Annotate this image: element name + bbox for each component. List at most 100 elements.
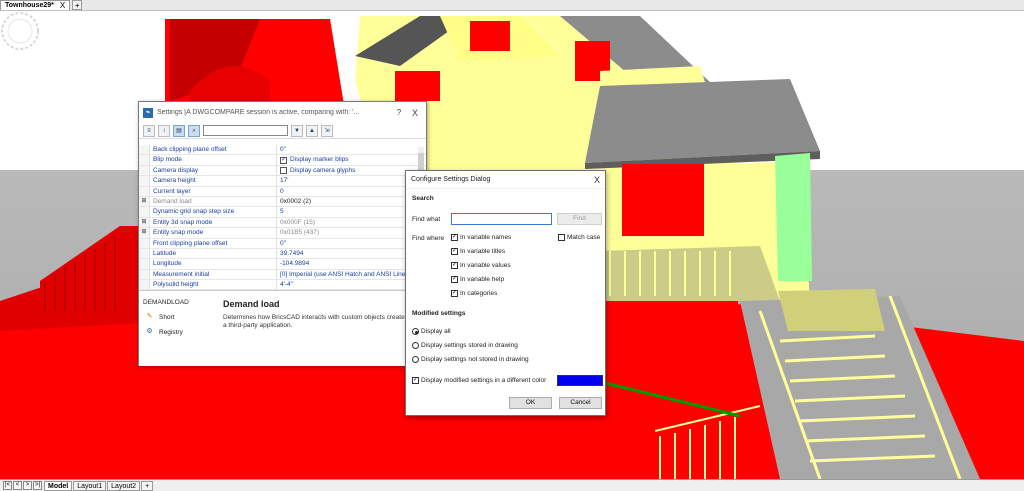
export-icon[interactable]: ⇲ — [321, 124, 333, 137]
radio-not-stored-in-drawing[interactable]: Display settings not stored in drawing — [412, 356, 529, 363]
checkbox-checked-icon[interactable]: ✓ — [451, 262, 458, 269]
property-row[interactable]: Dynamic grid snap step size 5 — [139, 207, 426, 218]
radio-unselected-icon[interactable] — [412, 342, 419, 349]
settings-close-button[interactable]: X — [408, 108, 422, 118]
expand-row-icon[interactable]: ⊞ — [139, 228, 150, 238]
radio-selected-icon[interactable] — [412, 328, 419, 335]
checkbox-unchecked-icon[interactable] — [280, 166, 287, 174]
new-document-tab-button[interactable]: + — [72, 0, 83, 10]
property-row[interactable]: Camera display Display camera glyphs — [139, 165, 426, 177]
first-layout-button[interactable]: |< — [3, 481, 12, 490]
checkbox-checked-icon[interactable]: ✓ — [451, 234, 458, 241]
display-modified-label: Display modified settings in a different… — [421, 377, 547, 384]
match-case-option[interactable]: Match case — [558, 234, 600, 241]
option-in-variable-titles[interactable]: ✓ In variable titles — [451, 248, 505, 255]
property-value-text: 0 — [280, 187, 284, 195]
option-label: In variable values — [460, 262, 511, 269]
help-button[interactable]: ? — [394, 108, 404, 117]
property-value-text: 39.7494 — [280, 249, 304, 257]
property-row[interactable]: ⊞ Entity 3d snap mode 0x000F (15) — [139, 217, 426, 229]
checkbox-checked-icon[interactable]: ✓ — [280, 156, 287, 164]
search-settings-icon[interactable]: ⌕ — [188, 124, 200, 137]
property-value[interactable]: Display camera glyphs — [277, 166, 426, 175]
property-value[interactable]: 0x0002 (2) — [277, 197, 426, 206]
property-row[interactable]: Blip mode ✓ Display marker blips — [139, 155, 426, 166]
property-value[interactable]: 5 — [277, 207, 426, 216]
previous-layout-button[interactable]: < — [13, 481, 22, 490]
view-cube-compass-icon[interactable] — [0, 11, 40, 51]
help-link-short[interactable]: ✎ Short — [143, 313, 213, 321]
radio-unselected-icon[interactable] — [412, 356, 419, 363]
property-value[interactable]: 4'-4" — [277, 280, 426, 289]
property-value[interactable]: 0x000F (15) — [277, 218, 426, 227]
property-value[interactable]: [0] Imperial (use ANSI Hatch and ANSI Li… — [277, 270, 426, 279]
tab-model[interactable]: Model — [44, 480, 73, 491]
option-in-variable-values[interactable]: ✓ In variable values — [451, 262, 511, 269]
radio-display-all[interactable]: Display all — [412, 328, 451, 335]
property-value[interactable]: 0x01B5 (437) — [277, 228, 426, 237]
help-navigation: DEMANDLOAD ✎ Short ⚙ Registry — [143, 299, 213, 336]
property-row[interactable]: ⊞ Entity snap mode 0x01B5 (437) — [139, 228, 426, 239]
property-row[interactable]: Longitude -104.9894 — [139, 259, 426, 270]
last-layout-button[interactable]: >| — [33, 481, 42, 490]
option-in-categories[interactable]: ✓ In categories — [451, 290, 497, 297]
find-what-field[interactable] — [451, 213, 552, 225]
find-what-input[interactable] — [454, 214, 551, 224]
categorized-icon[interactable]: ▤ — [173, 124, 185, 137]
collapse-icon[interactable]: ▼ — [291, 124, 303, 137]
property-value[interactable]: 0" — [277, 239, 426, 248]
property-row[interactable]: ⊞ Demand load 0x0002 (2) — [139, 196, 426, 208]
property-row[interactable]: Camera height 17' — [139, 176, 426, 187]
modified-color-picker[interactable] — [557, 375, 603, 386]
property-row[interactable]: Latitude 39.7494 — [139, 248, 426, 260]
property-value[interactable]: 0 — [277, 187, 426, 196]
add-layout-button[interactable]: + — [141, 480, 154, 491]
layout-tab-bar: |< < > >| Model Layout1 Layout2 + — [0, 479, 1024, 491]
property-row[interactable]: Front clipping plane offset 0" — [139, 238, 426, 249]
property-row[interactable]: Polysolid height 4'-4" — [139, 280, 426, 291]
help-link-registry[interactable]: ⚙ Registry — [143, 328, 213, 336]
property-value[interactable]: -104.9894 — [277, 259, 426, 268]
checkbox-checked-icon[interactable]: ✓ — [451, 290, 458, 297]
property-value[interactable]: 17' — [277, 176, 426, 185]
property-row[interactable]: Back clipping plane offset 0" — [139, 145, 426, 156]
ok-button[interactable]: OK — [509, 397, 552, 409]
property-value[interactable]: 39.7494 — [277, 249, 426, 258]
expand-row-icon[interactable]: ⊞ — [139, 217, 150, 228]
property-value[interactable]: 0" — [277, 145, 426, 154]
property-value[interactable]: ✓ Display marker blips — [277, 155, 426, 164]
display-modified-color-option[interactable]: ✓ Display modified settings in a differe… — [412, 377, 546, 384]
property-name: Polysolid height — [150, 280, 277, 290]
checkbox-checked-icon[interactable]: ✓ — [451, 276, 458, 283]
option-in-variable-names[interactable]: ✓ In variable names — [451, 234, 511, 241]
expand-row-icon[interactable]: ⊞ — [139, 196, 150, 207]
property-name: Measurement initial — [150, 269, 277, 280]
property-row[interactable]: Measurement initial [0] Imperial (use ANS… — [139, 269, 426, 281]
find-button[interactable]: Find — [557, 213, 602, 225]
close-tab-icon[interactable]: X — [60, 1, 65, 11]
dialog-title: Configure Settings Dialog — [411, 176, 491, 183]
short-description-icon: ✎ — [146, 313, 153, 320]
property-name: Back clipping plane offset — [150, 145, 277, 155]
radio-stored-in-drawing[interactable]: Display settings stored in drawing — [412, 342, 518, 349]
next-layout-button[interactable]: > — [23, 481, 32, 490]
dialog-close-button[interactable]: X — [594, 175, 600, 185]
tab-layout2[interactable]: Layout2 — [107, 480, 141, 491]
settings-titlebar[interactable]: ⌁ Settings [A DWGCOMPARE session is acti… — [139, 102, 426, 123]
dialog-titlebar[interactable]: Configure Settings Dialog X — [406, 171, 605, 189]
tab-layout1[interactable]: Layout1 — [73, 480, 107, 491]
option-in-variable-help[interactable]: ✓ In variable help — [451, 276, 504, 283]
checkbox-checked-icon[interactable]: ✓ — [412, 377, 419, 384]
document-tab-townhouse[interactable]: Townhouse29* X — [0, 0, 71, 11]
checkbox-unchecked-icon[interactable] — [558, 234, 565, 241]
property-row[interactable]: Current layer 0 — [139, 186, 426, 197]
settings-search-input[interactable] — [203, 125, 288, 136]
bricscad-logo-icon: ⌁ — [143, 107, 153, 118]
filter-icon[interactable]: ≡ — [143, 124, 155, 137]
cancel-button[interactable]: Cancel — [559, 397, 602, 409]
row-gutter — [139, 165, 150, 176]
checkbox-checked-icon[interactable]: ✓ — [451, 248, 458, 255]
sort-icon[interactable]: ↕ — [158, 124, 170, 137]
expand-icon[interactable]: ▲ — [306, 124, 318, 137]
row-gutter — [139, 186, 150, 196]
